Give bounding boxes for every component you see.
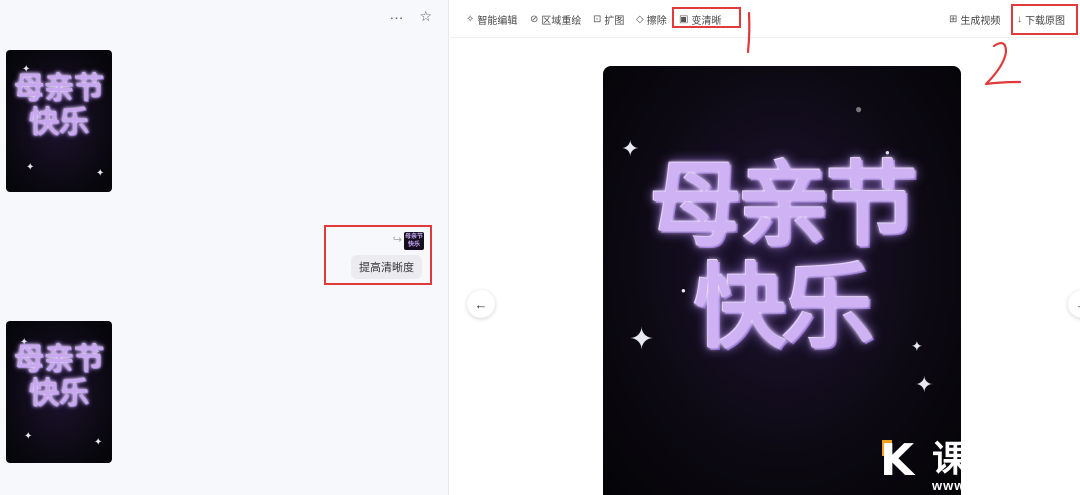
generated-image-thumbnail[interactable]: ✦ ✦ ✦ ✦ 母亲节 快乐 <box>6 50 112 192</box>
expand-icon: ⊡ <box>593 14 602 25</box>
expand-label: 扩图 <box>604 16 625 27</box>
preview-image[interactable]: ✦ ● ● ✦ ✦ ✦ ● 母亲节 快乐 <box>603 66 961 495</box>
star-icon[interactable]: ☆ <box>419 8 432 25</box>
user-message-bubble: 提高清晰度 <box>351 255 422 279</box>
video-icon: ⊞ <box>949 14 958 25</box>
attached-image-thumbnail[interactable]: 母亲节快乐 <box>404 232 424 250</box>
app-window: ··· ☆ ✦ ✦ ✦ ✦ 母亲节 快乐 ↪ 母亲节快乐 提高清晰度 ✦ ✦ ✦… <box>0 0 1080 495</box>
erase-button[interactable]: ◇ 擦除 <box>636 12 667 27</box>
eraser-icon: ◇ <box>636 14 644 25</box>
reply-icon: ↪ <box>392 234 402 246</box>
generate-video-button[interactable]: ⊞ 生成视频 <box>949 12 1000 27</box>
previous-image-button[interactable]: ← <box>467 290 495 318</box>
enhance-highlight-box <box>672 7 741 28</box>
user-message-highlight: ↪ 母亲节快乐 提高清晰度 <box>324 225 432 285</box>
thumbnail-art-text: 母亲节 快乐 <box>14 342 104 411</box>
arrow-right-icon: → <box>1076 297 1080 312</box>
annotation-mark-1 <box>746 11 751 54</box>
thumbnail-art-text: 母亲节 快乐 <box>14 71 104 140</box>
smart-edit-button[interactable]: ✧ 智能编辑 <box>466 12 517 27</box>
expand-button[interactable]: ⊡ 扩图 <box>593 12 624 27</box>
sparkle-icon: ✧ <box>466 14 475 25</box>
erase-label: 擦除 <box>646 16 667 27</box>
generate-video-label: 生成视频 <box>960 16 1001 27</box>
enhanced-image-thumbnail[interactable]: ✦ ✦ ✦ ✦ 母亲节 快乐 <box>6 321 112 463</box>
image-viewer: ✧ 智能编辑 ⊘ 区域重绘 ⊡ 扩图 ◇ 擦除 ▣ 变清晰 ⊞ 生成视频 ↓ 下… <box>450 0 1080 495</box>
brush-icon: ⊘ <box>530 14 539 25</box>
watermark-brand: 课多多 <box>932 438 1044 479</box>
chat-header-actions: ··· ☆ <box>389 8 432 25</box>
watermark-url: www.kedd.cn <box>932 478 1026 493</box>
next-image-button[interactable]: → <box>1068 290 1080 318</box>
more-icon[interactable]: ··· <box>389 9 403 25</box>
watermark: K 课多多 www.kedd.cn <box>880 436 1080 495</box>
arrow-left-icon: ← <box>474 296 488 312</box>
download-highlight-box <box>1011 4 1078 35</box>
region-repaint-label: 区域重绘 <box>541 16 582 27</box>
annotation-mark-2 <box>984 42 1022 86</box>
image-toolbar: ✧ 智能编辑 ⊘ 区域重绘 ⊡ 扩图 ◇ 擦除 ▣ 变清晰 ⊞ 生成视频 ↓ 下… <box>450 0 1080 38</box>
region-repaint-button[interactable]: ⊘ 区域重绘 <box>530 12 581 27</box>
smart-edit-label: 智能编辑 <box>477 16 518 27</box>
chat-pane: ··· ☆ ✦ ✦ ✦ ✦ 母亲节 快乐 ↪ 母亲节快乐 提高清晰度 ✦ ✦ ✦… <box>0 0 449 495</box>
preview-art-text: 母亲节 快乐 <box>649 151 918 361</box>
watermark-logo: K <box>880 435 915 486</box>
